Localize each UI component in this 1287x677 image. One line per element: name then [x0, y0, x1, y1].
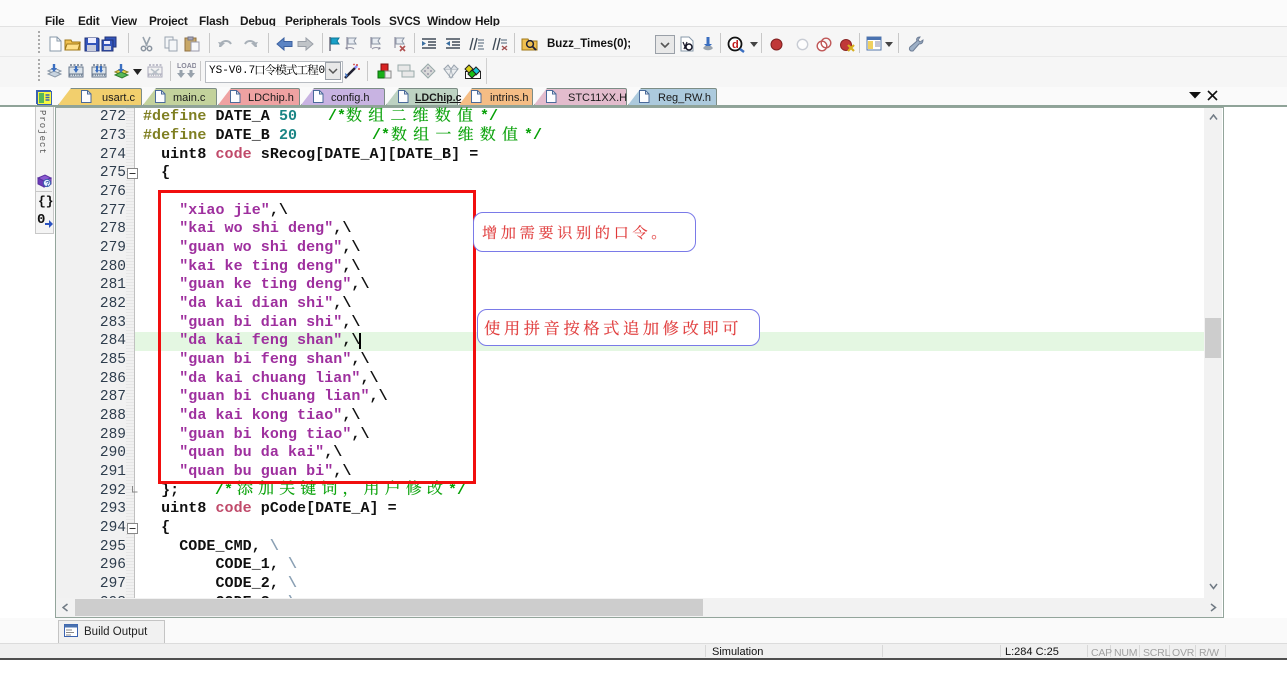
svg-text:?: ? — [45, 179, 50, 188]
svg-text:LOAD: LOAD — [177, 63, 196, 70]
svg-text:d: d — [732, 39, 739, 51]
